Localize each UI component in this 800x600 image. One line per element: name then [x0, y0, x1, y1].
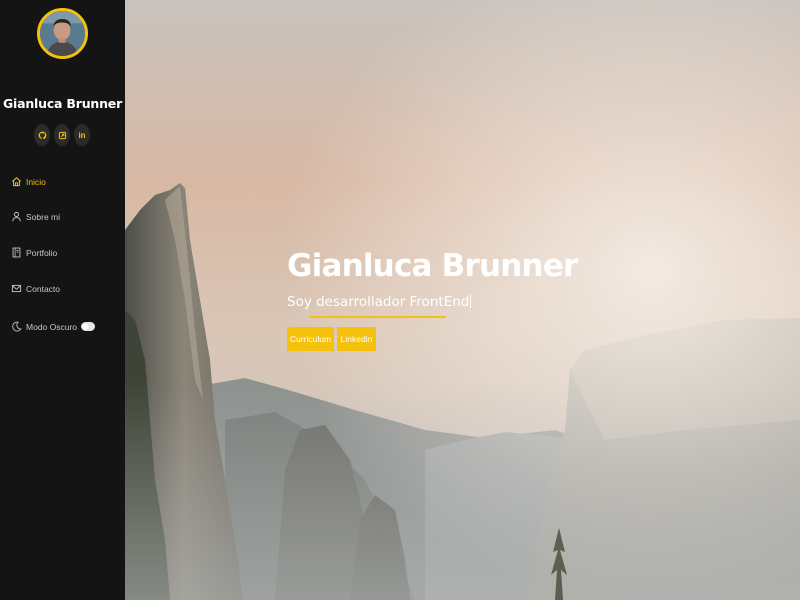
subtitle-underline: [310, 316, 446, 318]
profile-name: Gianluca Brunner: [2, 96, 123, 111]
hero-title: Gianluca Brunner: [287, 248, 578, 284]
nav-item-inicio[interactable]: Inicio: [11, 176, 46, 187]
user-icon: [12, 211, 21, 222]
avatar: [37, 8, 88, 59]
nav-item-portfolio[interactable]: Portfolio: [11, 247, 57, 258]
hero-subtitle-text: Soy desarrollador FrontEnd: [287, 294, 470, 310]
nav-item-label: Inicio: [26, 176, 46, 187]
nav-item-label: Sobre mi: [26, 211, 61, 222]
moon-icon: [12, 321, 22, 332]
github-icon: [38, 131, 46, 139]
nav-item-label: Portfolio: [26, 247, 58, 258]
person-photo-icon: [40, 11, 85, 56]
sidebar: Gianluca Brunner in Inicio Sobre mi Port…: [0, 0, 125, 600]
dark-mode-row: Modo Oscuro: [11, 321, 96, 332]
linkedin-button[interactable]: Linkedin: [337, 327, 376, 351]
home-icon: [12, 177, 21, 187]
platzi-link[interactable]: [54, 124, 70, 146]
linkedin-icon: in: [78, 130, 86, 140]
dark-mode-label: Modo Oscuro: [26, 321, 78, 332]
typing-cursor: [470, 295, 472, 308]
nav-item-sobre-mi[interactable]: Sobre mi: [11, 211, 60, 222]
social-links: in: [34, 124, 90, 146]
platzi-icon: [58, 131, 66, 139]
dark-mode-toggle[interactable]: [81, 322, 96, 331]
mail-icon: [11, 284, 22, 293]
hero-buttons: Curriculum Linkedin: [287, 327, 379, 351]
nav-item-contacto[interactable]: Contacto: [11, 283, 60, 294]
curriculum-button[interactable]: Curriculum: [287, 327, 334, 351]
hero-subtitle: Soy desarrollador FrontEnd: [287, 294, 472, 310]
book-icon: [12, 247, 21, 258]
github-link[interactable]: [34, 124, 50, 146]
nav-item-label: Contacto: [26, 283, 61, 294]
linkedin-link[interactable]: in: [74, 124, 90, 146]
hero-section: Gianluca Brunner Soy desarrollador Front…: [125, 0, 800, 600]
